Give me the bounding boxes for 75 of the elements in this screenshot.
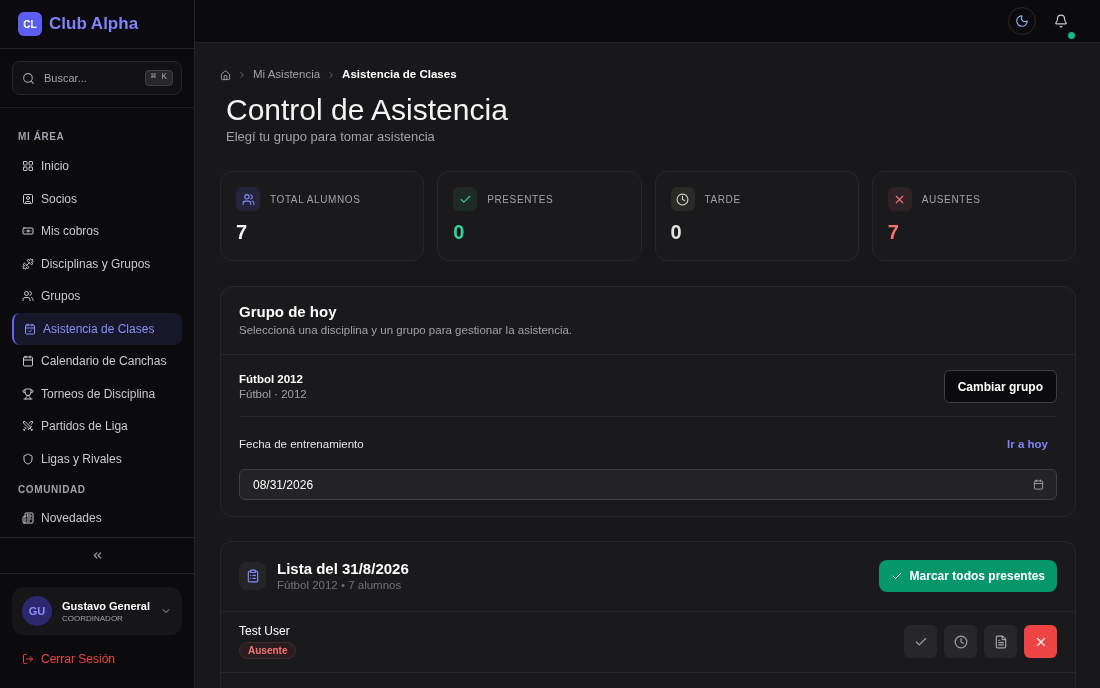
stat-value: 7: [887, 220, 899, 244]
clock-icon: [953, 634, 968, 649]
calendar-icon: [1033, 479, 1044, 490]
go-to-today-link[interactable]: Ir a hoy: [998, 434, 1057, 456]
group-name: Fútbol 2012: [239, 371, 303, 387]
dumbbell-icon: [22, 257, 34, 270]
stat-value: 0: [670, 220, 682, 244]
nav-item[interactable]: Inicio: [12, 150, 182, 183]
page-subtitle: Elegí tu grupo para tomar asistencia: [226, 128, 435, 146]
logout-icon: [22, 653, 34, 665]
newspaper-icon: [22, 512, 34, 525]
nav-item[interactable]: Socios: [12, 182, 182, 215]
banknote-icon: [22, 225, 34, 238]
mark-all-present-button[interactable]: Marcar todos presentes: [878, 560, 1057, 592]
page-title: Control de Asistencia: [226, 92, 508, 128]
trophy-icon: [22, 387, 34, 400]
nav-item[interactable]: Asistencia de Clases: [12, 312, 182, 345]
users-icon: [236, 187, 260, 211]
section-label: MI ÁREA: [17, 130, 66, 144]
logo-badge: CL: [18, 12, 42, 36]
mark-late-button[interactable]: [944, 625, 977, 658]
status-badge: Ausente: [239, 642, 297, 659]
chevron-right-icon: [237, 70, 247, 80]
user-menu[interactable]: GU Gustavo General COORDINADOR: [12, 587, 182, 635]
check-icon: [453, 187, 478, 211]
breadcrumb-link[interactable]: Asistencia de Clases: [342, 66, 457, 84]
clock-icon: [670, 187, 695, 211]
stat-label: TOTAL ALUMNOS: [270, 192, 361, 207]
group-detail: Fútbol · 2012: [239, 386, 307, 402]
mark-justified-button[interactable]: [984, 625, 1017, 658]
user-role: COORDINADOR: [62, 612, 124, 624]
user-square-icon: [22, 192, 34, 205]
grid-icon: [22, 160, 34, 173]
stat-label: AUSENTES: [921, 192, 981, 207]
stat-label: PRESENTES: [487, 192, 554, 207]
clipboard-icon: [239, 562, 266, 590]
swords-icon: [22, 420, 34, 433]
bell-icon: [1053, 14, 1068, 28]
check-icon: [890, 570, 903, 582]
home-icon[interactable]: [220, 69, 231, 81]
change-group-button[interactable]: Cambiar grupo: [943, 370, 1057, 403]
nav-item[interactable]: Disciplinas y Grupos: [12, 247, 182, 280]
stat-value: 7: [236, 220, 248, 244]
card-subtitle: Fútbol 2012 • 7 alumnos: [277, 578, 402, 593]
nav-item[interactable]: Mis cobros: [12, 215, 182, 248]
document-icon: [993, 634, 1008, 649]
nav-item[interactable]: Ligas y Rivales: [12, 442, 182, 475]
calendar-check-icon: [24, 322, 36, 335]
card-subtitle: Seleccioná una disciplina y un grupo para gestionar la asistencia.: [239, 323, 573, 338]
card-title: Lista del 31/8/2026: [277, 559, 409, 578]
stat-value: 0: [453, 220, 465, 244]
nav-item[interactable]: Grupos: [12, 280, 182, 313]
shield-icon: [22, 452, 34, 465]
logout-button[interactable]: Cerrar Sesión: [12, 648, 116, 670]
calendar-icon: [22, 355, 34, 368]
field-label: Fecha de entrenamiento: [239, 437, 364, 453]
avatar: GU: [22, 596, 52, 626]
date-field[interactable]: 08/31/2026: [239, 469, 1057, 500]
nav-item[interactable]: Novedades: [12, 502, 182, 535]
section-label: COMUNIDAD: [17, 483, 87, 497]
users-icon: [22, 290, 34, 303]
x-icon: [887, 187, 912, 211]
shortcut-key: ⌘ K: [144, 70, 173, 86]
breadcrumb-link[interactable]: Mi Asistencia: [253, 66, 321, 84]
nav-item[interactable]: Calendario de Canchas: [12, 345, 182, 378]
brand-name: Club Alpha: [49, 13, 139, 36]
nav-item[interactable]: Torneos de Disciplina: [12, 377, 182, 410]
stat-label: TARDE: [704, 192, 741, 207]
card-title: Grupo de hoy: [239, 302, 337, 322]
user-name: Gustavo General: [62, 598, 150, 613]
nav-item[interactable]: Partidos de Liga: [12, 410, 182, 443]
mark-absent-button[interactable]: [1024, 625, 1057, 658]
student-name: Test User: [239, 624, 290, 639]
search-icon: [22, 71, 35, 85]
moon-icon: [1015, 14, 1029, 28]
